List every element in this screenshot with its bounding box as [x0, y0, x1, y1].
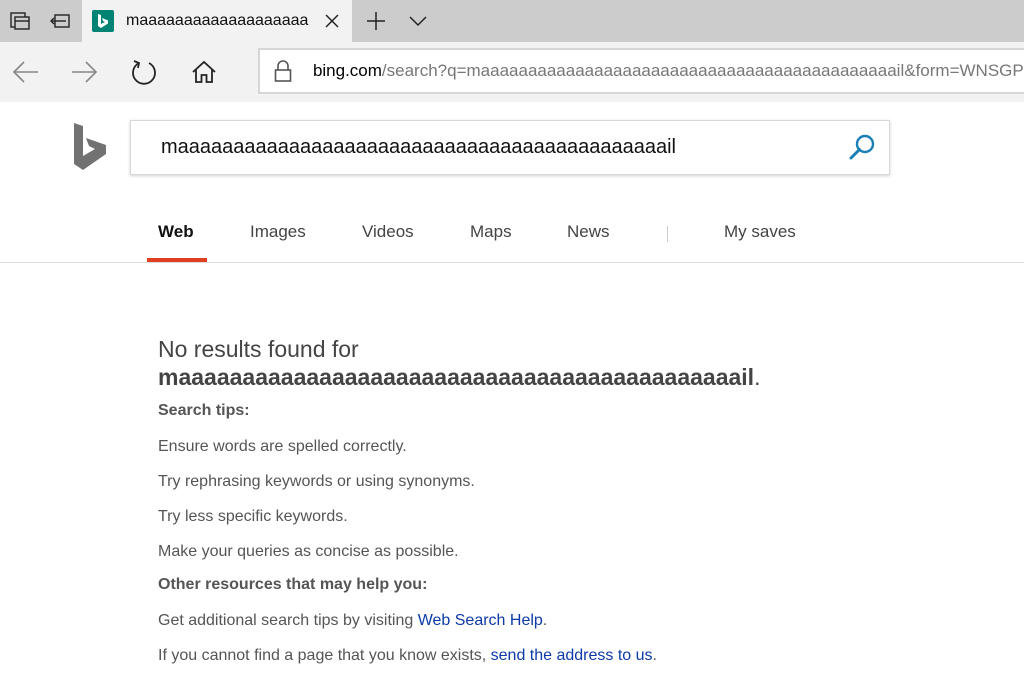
address-prefix: If you cannot find a page that you know …: [158, 647, 491, 664]
no-results-query-text: maaaaaaaaaaaaaaaaaaaaaaaaaaaaaaaaaaaaaaa…: [158, 364, 755, 390]
list-item: Try rephrasing keywords or using synonym…: [158, 473, 475, 490]
address-bar[interactable]: bing.com/search?q=maaaaaaaaaaaaaaaaaaaaa…: [258, 48, 1024, 94]
scope-divider: [667, 226, 668, 242]
forward-button[interactable]: [64, 52, 104, 92]
navigation-bar: bing.com/search?q=maaaaaaaaaaaaaaaaaaaaa…: [0, 42, 1024, 102]
back-button[interactable]: [6, 52, 46, 92]
results-area: No results found for maaaaaaaaaaaaaaaaaa…: [158, 336, 998, 665]
lock-icon: [266, 59, 301, 83]
plus-icon: [367, 12, 385, 30]
tab-maps[interactable]: Maps: [470, 222, 512, 262]
address-suffix: .: [652, 647, 657, 664]
no-results-query: maaaaaaaaaaaaaaaaaaaaaaaaaaaaaaaaaaaaaaa…: [158, 362, 998, 392]
tabs-aside-button[interactable]: [0, 0, 40, 42]
help-prefix: Get additional search tips by visiting: [158, 612, 418, 629]
search-button[interactable]: [847, 133, 877, 163]
refresh-button[interactable]: [124, 52, 164, 92]
close-icon: [325, 14, 339, 28]
forward-arrow-icon: [72, 61, 98, 83]
send-address-link[interactable]: send the address to us: [491, 647, 653, 664]
tab-preview-button[interactable]: [398, 0, 438, 42]
no-results-heading: No results found for: [158, 336, 359, 362]
home-button[interactable]: [184, 52, 224, 92]
refresh-icon: [132, 60, 156, 85]
home-icon: [192, 60, 216, 83]
tab-news[interactable]: News: [567, 222, 610, 262]
help-line: Get additional search tips by visiting W…: [158, 611, 998, 630]
back-arrow-icon: [12, 61, 38, 83]
search-input[interactable]: [159, 135, 833, 160]
close-tab-button[interactable]: [318, 7, 346, 35]
other-resources-heading: Other resources that may help you:: [158, 576, 428, 593]
address-line: If you cannot find a page that you know …: [158, 646, 998, 665]
list-item: Make your queries as concise as possible…: [158, 543, 459, 560]
header-divider: [0, 262, 1024, 263]
set-tabs-aside-button[interactable]: [40, 0, 80, 42]
tab-web[interactable]: Web: [158, 222, 194, 262]
list-item: Try less specific keywords.: [158, 508, 348, 525]
tab-videos[interactable]: Videos: [362, 222, 414, 262]
tabs-aside-icon: [10, 12, 30, 30]
active-tab[interactable]: maaaaaaaaaaaaaaaaaaa: [82, 0, 352, 42]
tab-my-saves[interactable]: My saves: [724, 222, 796, 262]
chevron-down-icon: [409, 16, 427, 27]
url-host: bing.com: [312, 61, 382, 80]
url-text: bing.com/search?q=maaaaaaaaaaaaaaaaaaaaa…: [313, 61, 1024, 81]
search-icon: [849, 134, 875, 160]
new-tab-button[interactable]: [356, 0, 396, 42]
list-item: Ensure words are spelled correctly.: [158, 438, 407, 455]
url-path: /search?q=maaaaaaaaaaaaaaaaaaaaaaaaaaaaa…: [381, 61, 1024, 80]
search-box: [130, 120, 890, 175]
help-suffix: .: [542, 612, 548, 629]
set-aside-icon: [50, 14, 70, 28]
search-scopes: Web Images Videos Maps News My saves: [0, 222, 1024, 262]
no-results-period: .: [754, 364, 761, 390]
tab-title: maaaaaaaaaaaaaaaaaaa: [126, 12, 309, 29]
tab-strip: maaaaaaaaaaaaaaaaaaa: [0, 0, 1024, 42]
bing-favicon-icon: [92, 10, 114, 32]
tab-images[interactable]: Images: [250, 222, 306, 262]
web-search-help-link[interactable]: Web Search Help: [418, 612, 543, 629]
search-tips-heading: Search tips:: [158, 402, 250, 419]
bing-logo-icon[interactable]: [72, 122, 110, 177]
